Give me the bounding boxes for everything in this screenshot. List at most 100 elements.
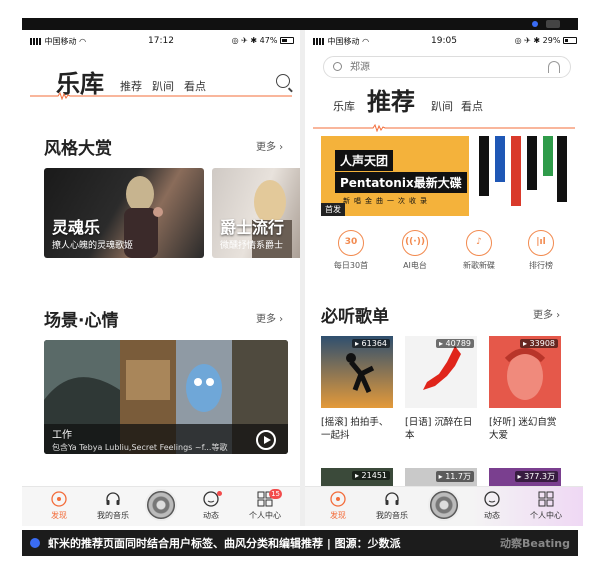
voice-radio-icon[interactable] [548,61,560,73]
battery-icon [280,37,294,44]
playlist-cover[interactable]: ▸ 377.3万 [489,468,561,488]
section-title-playlists: 必听歌单 [321,307,389,327]
playlist-cover[interactable]: ▸ 61364 [321,336,393,408]
playlist-title[interactable]: [摇滚] 拍拍手、一起抖 [321,416,393,442]
search-icon [333,62,342,71]
banner-line-1: 人声天团 [335,150,394,171]
piano-keys-graphic [469,136,571,216]
status-right: ◎ ✈ ✱ 29% [515,36,577,45]
card-subtitle: 撩人心魄的灵魂歌姬 [52,241,134,251]
banner-tag: 首发 [321,203,345,216]
window-top-bar [22,18,578,30]
status-bar: 中国移动 ◠ 19:05 ◎ ✈ ✱ 29% [305,34,583,50]
play-icon[interactable] [256,430,276,450]
header-wave-divider [30,92,292,100]
play-count: ▸ 61364 [351,339,390,348]
card-title: 工作 [52,430,72,441]
section-title-style: 风格大赏 [44,139,112,159]
nav-profile[interactable]: 15 个人中心 [238,489,292,521]
nav-label: 动态 [484,511,500,520]
recommend-tabs: 乐库 推荐 趴间 看点 [305,82,583,122]
icon-glyph: ((·)) [405,237,425,247]
window-dot-icon [532,21,538,27]
icon-glyph: 30 [344,237,358,247]
grid-icon [538,491,554,507]
daily-30-icon: 30 [338,230,364,256]
scene-collage-image [44,340,288,454]
banner-line-2: Pentatonix最新大碟 [335,172,467,193]
playlist-title[interactable]: [好听] 迷幻自赏大爱 [489,416,561,442]
section-title-scene: 场景·心情 [44,311,119,331]
nav-label: 我的音乐 [376,511,408,520]
status-right: ◎ ✈ ✱ 47% [232,36,294,45]
music-note-icon: ♪ [466,230,492,256]
nav-discover[interactable]: 发现 [311,491,365,521]
more-text: 更多 [256,142,276,153]
play-count: ▸ 21451 [351,471,390,480]
count-text: 21451 [361,471,387,480]
play-count: ▸ 11.7万 [435,471,474,482]
face-icon [484,491,500,507]
more-text: 更多 [533,310,553,321]
nav-label: 我的音乐 [97,511,129,520]
more-link-scene[interactable]: 更多 › [256,310,283,325]
battery-text: 29% [542,36,561,45]
quick-daily-30[interactable]: 30 每日30首 [321,230,381,271]
tab-recommend-active[interactable]: 推荐 [367,82,415,117]
quick-new-songs[interactable]: ♪ 新歌新碟 [449,230,509,271]
quick-label: 排行榜 [529,261,553,270]
quick-ai-radio[interactable]: ((·)) AI电台 [385,230,445,271]
quick-label: 新歌新碟 [463,261,495,270]
genre-card-soul[interactable]: 灵魂乐 撩人心魄的灵魂歌姬 [44,168,204,258]
left-phone-screen: 中国移动 ◠ 17:12 ◎ ✈ ✱ 47% 乐库 推荐 趴间 看点 风格大赏 … [22,30,300,526]
nav-label: 动态 [203,511,219,520]
caption-text: 虾米的推荐页面同时结合用户标签、曲风分类和编辑推荐 | 图源：少数派 [48,537,401,550]
more-link-playlists[interactable]: 更多 › [533,306,560,321]
tab-library[interactable]: 乐库 [333,98,355,114]
quick-label: AI电台 [403,261,427,270]
watermark-brand: 动察Beating [499,537,570,550]
promo-banner[interactable]: 人声天团 Pentatonix最新大碟 新唱金曲一次收录 首发 [321,136,571,216]
battery-text: 47% [259,36,278,45]
headphones-icon [106,492,120,505]
card-title: 爵士流行 [220,218,285,237]
playlist-title[interactable]: [日语] 沉醉在日本 [405,416,477,442]
search-bar[interactable] [323,56,571,78]
battery-icon [563,37,577,44]
play-count: ▸ 33908 [519,339,558,348]
playlist-cover[interactable]: ▸ 40789 [405,336,477,408]
tab-room[interactable]: 趴间 [431,98,453,114]
radio-icon: ((·)) [402,230,428,256]
nav-label: 个人中心 [249,511,281,520]
genre-card-jazz[interactable]: 爵士流行 微醺抒情系爵士 [212,168,300,258]
icon-glyph: |ıl [536,237,546,247]
header-wave-divider [313,124,575,132]
more-link-style[interactable]: 更多 › [256,138,283,153]
nav-my-music[interactable]: 我的音乐 [365,491,419,521]
count-text: 377.3万 [524,472,555,481]
notification-badge: 15 [269,489,282,499]
icon-glyph: ♪ [476,237,482,247]
nav-label: 个人中心 [530,511,562,520]
nav-activity[interactable]: 动态 [184,491,238,521]
tab-watch[interactable]: 看点 [461,98,483,114]
playlist-cover[interactable]: ▸ 33908 [489,336,561,408]
nav-profile[interactable]: 个人中心 [519,491,573,521]
disc-icon [51,491,67,507]
nav-label: 发现 [51,511,67,520]
play-count: ▸ 377.3万 [514,471,558,482]
playlist-cover[interactable]: ▸ 21451 [321,468,393,488]
count-text: 61364 [361,339,387,348]
caption-dot-icon [30,538,40,548]
nav-label: 发现 [330,511,346,520]
headphones-icon [385,492,399,505]
window-control-icon [546,20,560,28]
search-icon[interactable] [276,74,290,88]
search-input[interactable] [350,60,500,75]
nav-my-music[interactable]: 我的音乐 [86,491,140,521]
scene-card-work[interactable]: 工作 包含Ya Tebya Lubliu,Secret Feelings ~f.… [44,340,288,454]
nav-activity[interactable]: 动态 [465,491,519,521]
quick-charts[interactable]: |ıl 排行榜 [511,230,571,271]
playlist-cover[interactable]: ▸ 11.7万 [405,468,477,488]
nav-discover[interactable]: 发现 [32,491,86,521]
